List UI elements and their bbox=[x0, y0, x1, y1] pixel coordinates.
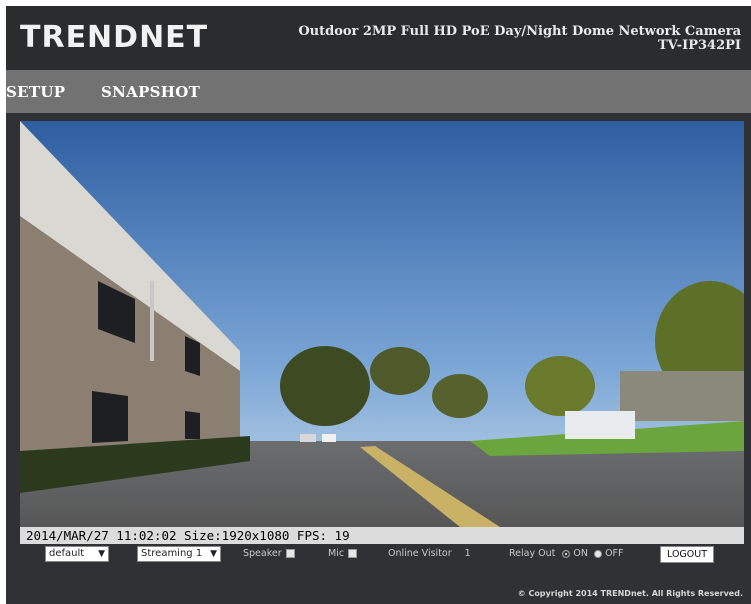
speaker-control: Speaker bbox=[243, 548, 295, 559]
copyright-text: © Copyright 2014 TRENDnet. All Rights Re… bbox=[517, 589, 743, 598]
video-overlay-text: 2014/MAR/27 11:02:02 Size:1920x1080 FPS:… bbox=[26, 528, 350, 543]
relay-on-label: ON bbox=[573, 548, 589, 559]
relay-off-radio[interactable] bbox=[594, 549, 603, 558]
relay-out-label: Relay Out bbox=[509, 548, 556, 559]
profile-select[interactable]: default ▼ bbox=[45, 546, 109, 562]
logout-button[interactable]: LOGOUT bbox=[660, 546, 714, 563]
header: TRENDNET Outdoor 2MP Full HD PoE Day/Nig… bbox=[6, 6, 751, 70]
product-name: Outdoor 2MP Full HD PoE Day/Night Dome N… bbox=[298, 24, 741, 39]
camera-web-ui: TRENDNET Outdoor 2MP Full HD PoE Day/Nig… bbox=[6, 6, 751, 604]
product-model: TV-IP342PI bbox=[657, 38, 741, 53]
speaker-checkbox[interactable] bbox=[285, 549, 295, 558]
video-controls: default ▼ Streaming 1 ▼ Speaker Mic Onli… bbox=[6, 546, 751, 568]
mic-checkbox[interactable] bbox=[348, 549, 358, 558]
chevron-down-icon: ▼ bbox=[98, 549, 105, 559]
main-content: 2014/MAR/27 11:02:02 Size:1920x1080 FPS:… bbox=[6, 113, 751, 604]
online-visitor-count: 1 bbox=[464, 548, 471, 559]
product-title: Outdoor 2MP Full HD PoE Day/Night Dome N… bbox=[298, 25, 741, 53]
live-video-view[interactable] bbox=[20, 121, 744, 527]
stream-select[interactable]: Streaming 1 ▼ bbox=[137, 546, 221, 562]
relay-off-label: OFF bbox=[605, 548, 624, 559]
speaker-label: Speaker bbox=[243, 548, 282, 559]
mic-control: Mic bbox=[328, 548, 358, 559]
video-status-bar: 2014/MAR/27 11:02:02 Size:1920x1080 FPS:… bbox=[20, 527, 744, 544]
profile-select-value: default bbox=[49, 548, 85, 559]
online-visitor: Online Visitor 1 bbox=[388, 548, 471, 559]
camera-scene-image bbox=[20, 121, 744, 527]
nav-snapshot[interactable]: SNAPSHOT bbox=[101, 83, 200, 101]
mic-label: Mic bbox=[328, 548, 345, 559]
stream-select-value: Streaming 1 bbox=[141, 548, 203, 559]
nav-setup[interactable]: SETUP bbox=[6, 83, 65, 101]
chevron-down-icon: ▼ bbox=[210, 549, 217, 559]
relay-on-radio[interactable] bbox=[562, 549, 571, 558]
trendnet-logo: TRENDNET bbox=[20, 20, 209, 55]
online-visitor-label: Online Visitor bbox=[388, 548, 452, 559]
relay-out-control: Relay Out ON OFF bbox=[509, 548, 623, 559]
nav-bar: SETUP SNAPSHOT bbox=[6, 70, 751, 113]
